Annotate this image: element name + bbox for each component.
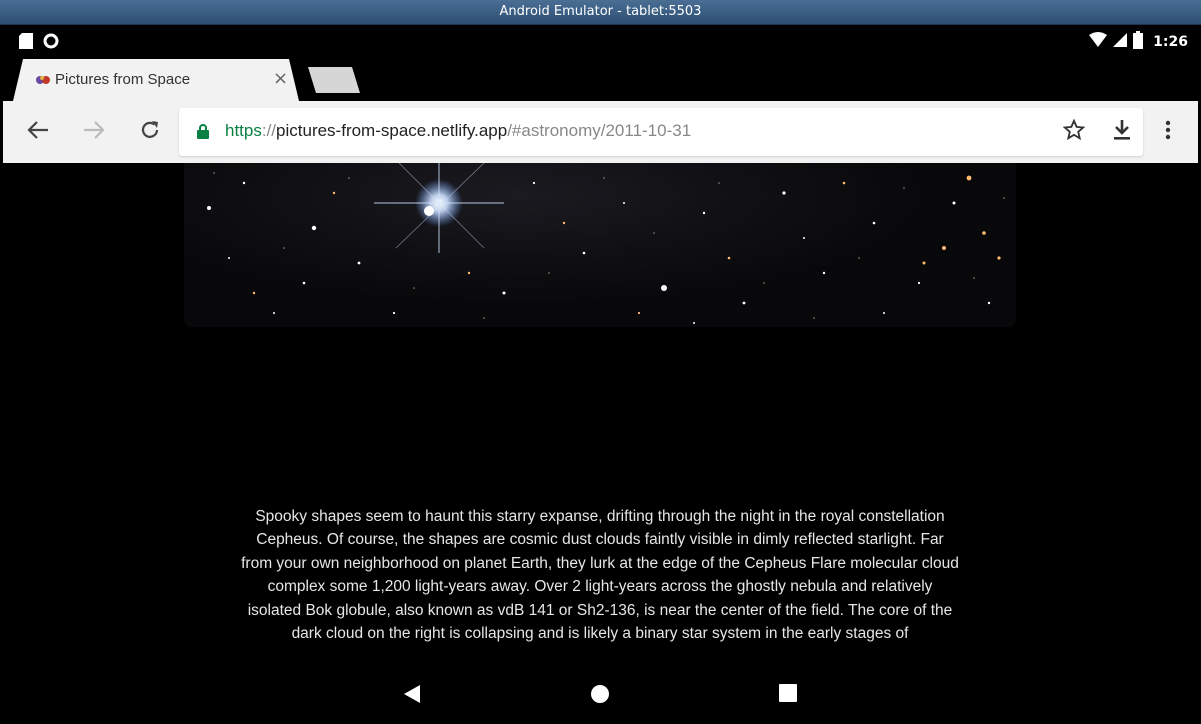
favicon-icon: [35, 72, 51, 91]
android-nav-bar: [3, 672, 1198, 722]
back-arrow-icon: [27, 120, 49, 144]
download-icon: [1113, 119, 1131, 145]
reload-button[interactable]: [135, 117, 165, 147]
more-vert-icon: [1165, 120, 1171, 144]
url-scheme: https: [225, 121, 262, 140]
tab-strip: Pictures from Space ×: [3, 57, 1198, 101]
reload-icon: [139, 119, 161, 145]
url-path: /#astronomy/2011-10-31: [507, 121, 692, 140]
lock-icon: [197, 124, 209, 143]
emulator-screen: 1:26 Pictures from Space × https://pictu…: [3, 25, 1198, 722]
nav-back-icon[interactable]: [403, 684, 421, 708]
window-title: Android Emulator - tablet:5503: [499, 4, 702, 19]
new-tab-button[interactable]: [308, 67, 360, 93]
forward-button[interactable]: [79, 117, 109, 147]
sd-card-icon: [19, 33, 33, 53]
window-title-bar: Android Emulator - tablet:5503: [0, 0, 1201, 25]
status-time: 1:26: [1153, 34, 1188, 50]
wifi-icon: [1089, 32, 1108, 52]
browser-toolbar: https://pictures-from-space.netlify.app/…: [3, 101, 1198, 163]
nav-recents-icon[interactable]: [779, 684, 797, 706]
back-button[interactable]: [23, 117, 53, 147]
url-separator: ://: [261, 121, 277, 140]
close-icon[interactable]: ×: [273, 68, 288, 89]
tab-title: Pictures from Space: [55, 71, 191, 88]
address-bar[interactable]: https://pictures-from-space.netlify.app/…: [179, 108, 1143, 156]
page-content: Spooky shapes seem to haunt this starry …: [3, 163, 1198, 722]
astronomy-photo: [184, 163, 1016, 327]
url-host: pictures-from-space.netlify.app: [276, 121, 508, 140]
star-icon: [1062, 118, 1086, 145]
menu-button[interactable]: [1153, 117, 1183, 147]
download-button[interactable]: [1107, 117, 1137, 147]
nav-home-icon[interactable]: [590, 684, 610, 708]
status-bar: 1:26: [3, 25, 1198, 57]
photo-description: Spooky shapes seem to haunt this starry …: [241, 508, 959, 643]
bookmark-button[interactable]: [1059, 117, 1089, 147]
signal-icon: [1113, 32, 1128, 52]
battery-icon: [1133, 31, 1144, 53]
circle-icon: [43, 33, 59, 53]
browser-tab[interactable]: Pictures from Space ×: [13, 59, 299, 101]
forward-arrow-icon: [83, 120, 105, 144]
url-text: https://pictures-from-space.netlify.app/…: [225, 121, 691, 141]
